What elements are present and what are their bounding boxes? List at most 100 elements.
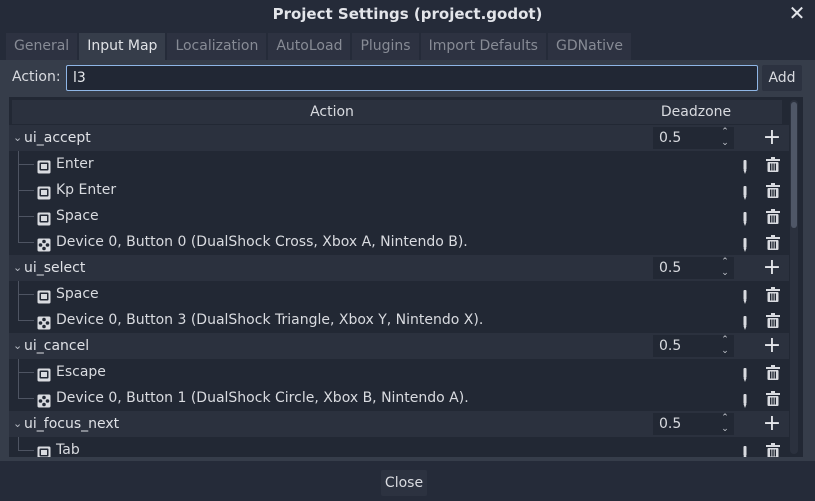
edit-event-icon[interactable] [739, 209, 751, 226]
edit-event-icon[interactable] [739, 235, 751, 252]
remove-event-icon[interactable] [765, 156, 781, 172]
event-row[interactable]: Tab [9, 437, 789, 457]
tree-connector [18, 437, 19, 451]
tab-general[interactable]: General [6, 33, 78, 60]
window-title: Project Settings (project.godot) [272, 5, 543, 23]
tree-connector [18, 190, 34, 191]
add-event-icon[interactable]: + [762, 333, 782, 359]
edit-event-icon[interactable] [739, 183, 751, 200]
keyboard-icon [37, 443, 51, 457]
column-header-action: Action [310, 104, 354, 120]
tab-input-map[interactable]: Input Map [79, 33, 166, 60]
action-label: Action: [12, 69, 61, 85]
action-name: ui_select [24, 260, 86, 276]
remove-event-icon[interactable] [765, 364, 781, 380]
keyboard-icon [37, 209, 51, 226]
tab-gdnative[interactable]: GDNative [547, 33, 631, 60]
tree-connector [18, 372, 34, 373]
event-row[interactable]: Device 0, Button 1 (DualShock Circle, Xb… [9, 385, 789, 411]
event-label: Escape [56, 364, 106, 380]
action-name-input[interactable] [66, 65, 758, 91]
tab-import-defaults[interactable]: Import Defaults [420, 33, 546, 60]
tree-connector [18, 229, 19, 243]
event-row[interactable]: Device 0, Button 3 (DualShock Triangle, … [9, 307, 789, 333]
collapse-arrow-icon[interactable]: ⌄ [13, 411, 23, 437]
joypad-button-icon [37, 235, 51, 252]
deadzone-spinbox[interactable]: 0.5 ⌃ ⌄ [653, 257, 734, 279]
edit-event-icon[interactable] [739, 391, 751, 408]
remove-event-icon[interactable] [765, 286, 781, 302]
event-row[interactable]: Space [9, 203, 789, 229]
remove-event-icon[interactable] [765, 390, 781, 406]
input-map-panel: Action: Add Action Deadzone ⌄ui_accept0.… [0, 60, 815, 461]
action-row-ui-select[interactable]: ⌄ ui_select 0.5 ⌃ ⌄ + [9, 255, 789, 281]
deadzone-spinbox[interactable]: 0.5 ⌃ ⌄ [653, 413, 734, 435]
spin-arrows-icon[interactable]: ⌃ ⌄ [720, 257, 730, 279]
close-button[interactable]: Close [381, 470, 427, 496]
event-label: Device 0, Button 0 (DualShock Cross, Xbo… [56, 234, 468, 250]
event-label: Device 0, Button 1 (DualShock Circle, Xb… [56, 390, 469, 406]
add-action-button[interactable]: Add [762, 65, 802, 91]
action-row-ui-accept[interactable]: ⌄ ui_accept 0.5 ⌃ ⌄ + [9, 125, 789, 151]
collapse-arrow-icon[interactable]: ⌄ [13, 333, 23, 359]
action-tree: Action Deadzone ⌄ ui_accept 0.5 ⌃ ⌄ + Enter Kp … [9, 97, 803, 457]
remove-event-icon[interactable] [765, 442, 781, 457]
remove-event-icon[interactable] [765, 208, 781, 224]
spin-arrows-icon[interactable]: ⌃ ⌄ [720, 413, 730, 435]
event-label: Enter [56, 156, 94, 172]
tree-connector [18, 216, 34, 217]
deadzone-value: 0.5 [659, 338, 682, 354]
action-row-ui-cancel[interactable]: ⌄ ui_cancel 0.5 ⌃ ⌄ + [9, 333, 789, 359]
deadzone-value: 0.5 [659, 130, 682, 146]
event-label: Device 0, Button 3 (DualShock Triangle, … [56, 312, 484, 328]
edit-event-icon[interactable] [739, 287, 751, 304]
event-row[interactable]: Space [9, 281, 789, 307]
collapse-arrow-icon[interactable]: ⌄ [13, 255, 23, 281]
event-row[interactable]: Kp Enter [9, 177, 789, 203]
action-row-ui-focus-next[interactable]: ⌄ ui_focus_next 0.5 ⌃ ⌄ + [9, 411, 789, 437]
edit-event-icon[interactable] [739, 365, 751, 382]
joypad-button-icon [37, 391, 51, 408]
edit-event-icon[interactable] [739, 313, 751, 330]
add-event-icon[interactable]: + [762, 125, 782, 151]
event-row[interactable]: Enter [9, 151, 789, 177]
action-name: ui_focus_next [24, 416, 120, 432]
remove-event-icon[interactable] [765, 234, 781, 250]
event-row[interactable]: Escape [9, 359, 789, 385]
column-header-deadzone: Deadzone [660, 104, 732, 120]
remove-event-icon[interactable] [765, 312, 781, 328]
event-row[interactable]: Device 0, Button 0 (DualShock Cross, Xbo… [9, 229, 789, 255]
keyboard-icon [37, 183, 51, 200]
edit-event-icon[interactable] [739, 157, 751, 174]
deadzone-value: 0.5 [659, 416, 682, 432]
tab-autoload[interactable]: AutoLoad [268, 33, 351, 60]
action-name: ui_cancel [24, 338, 90, 354]
spin-arrows-icon[interactable]: ⌃ ⌄ [720, 127, 730, 149]
tree-rows: ⌄ ui_accept 0.5 ⌃ ⌄ + Enter Kp Enter Space Device… [9, 125, 789, 457]
remove-event-icon[interactable] [765, 182, 781, 198]
spin-arrows-icon[interactable]: ⌃ ⌄ [720, 335, 730, 357]
edit-event-icon[interactable] [739, 443, 751, 457]
tab-bar: General Input Map Localization AutoLoad … [6, 33, 633, 60]
tab-plugins[interactable]: Plugins [352, 33, 419, 60]
tree-connector [18, 450, 34, 451]
vertical-scrollbar[interactable] [790, 100, 798, 454]
deadzone-spinbox[interactable]: 0.5 ⌃ ⌄ [653, 127, 734, 149]
tree-connector [18, 307, 19, 321]
collapse-arrow-icon[interactable]: ⌄ [13, 125, 23, 151]
tree-connector [18, 164, 34, 165]
event-label: Space [56, 286, 99, 302]
event-label: Kp Enter [56, 182, 117, 198]
deadzone-spinbox[interactable]: 0.5 ⌃ ⌄ [653, 335, 734, 357]
deadzone-value: 0.5 [659, 260, 682, 276]
scrollbar-thumb[interactable] [791, 102, 797, 228]
add-event-icon[interactable]: + [762, 255, 782, 281]
tree-connector [18, 320, 34, 321]
keyboard-icon [37, 157, 51, 174]
tree-connector [18, 294, 34, 295]
close-window-icon[interactable]: ✕ [787, 2, 807, 24]
add-event-icon[interactable]: + [762, 411, 782, 437]
action-name: ui_accept [24, 130, 91, 146]
keyboard-icon [37, 365, 51, 382]
tab-localization[interactable]: Localization [167, 33, 267, 60]
